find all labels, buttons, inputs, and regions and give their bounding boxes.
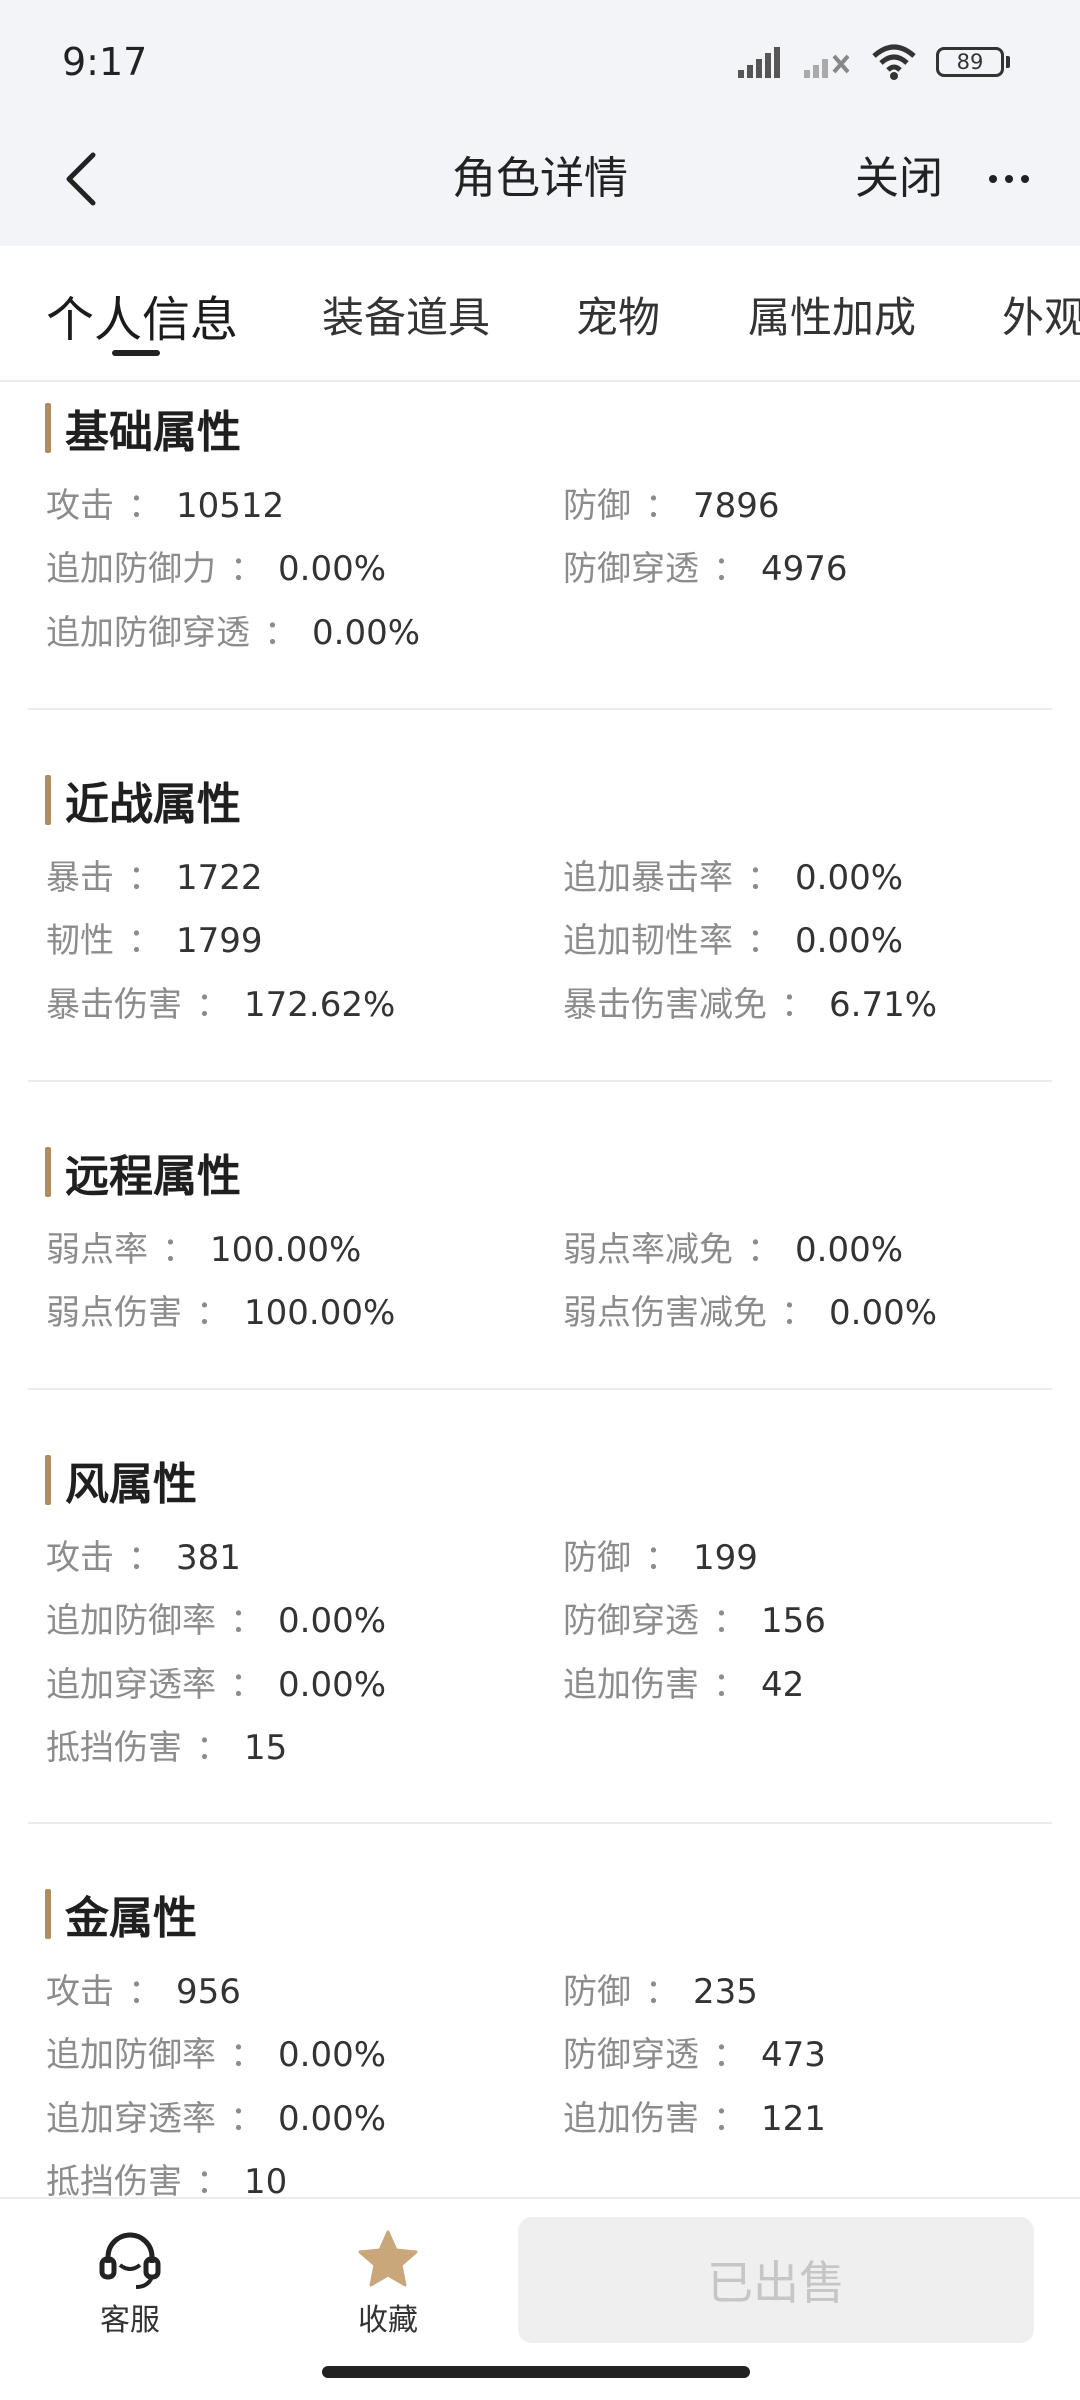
attr-row: 防御： 7896 [563,486,780,526]
favorite-label: 收藏 [358,2303,418,2338]
status-icons: 89 [738,44,1010,80]
close-button[interactable]: 关闭 [855,142,943,206]
attr-row: 防御穿透： 4976 [563,549,848,589]
more-icon[interactable] [984,154,1034,204]
attr-row: 弱点率： 100.00% [46,1230,362,1270]
section-header: 远程属性 [45,1144,241,1202]
star-icon [358,2230,418,2287]
cellular-signal-icon [738,47,780,78]
attr-row: 追加伤害： 42 [563,1665,805,1705]
tab-attribute-bonus[interactable]: 属性加成 [748,284,916,345]
attr-row: 抵挡伤害： 15 [46,1728,288,1768]
section-accent-bar [45,1455,51,1505]
attr-row: 防御： 235 [563,1972,758,2012]
attr-row: 暴击： 1722 [46,858,263,898]
attr-row: 防御： 199 [563,1538,758,1578]
attr-row: 弱点伤害减免： 0.00% [563,1293,938,1333]
attr-row: 追加暴击率： 0.00% [563,858,904,898]
attr-row: 追加伤害： 121 [563,2099,826,2139]
tab-bar: 个人信息 装备道具 宠物 属性加成 外观 [0,246,1080,382]
attr-row: 追加防御率： 0.00% [46,1601,387,1641]
attr-row: 弱点率减免： 0.00% [563,1230,904,1270]
section-header: 风属性 [45,1452,197,1510]
attr-row: 暴击伤害减免： 6.71% [563,985,938,1025]
customer-service-button[interactable]: 客服 [70,2229,190,2339]
battery-level: 89 [936,47,1004,77]
section-header: 基础属性 [45,400,241,458]
section-title: 风属性 [65,1459,197,1510]
section-header: 金属性 [45,1886,197,1944]
section-divider [28,1822,1052,1824]
section-divider [28,708,1052,710]
section-title: 金属性 [65,1893,197,1944]
section-title: 基础属性 [65,407,241,458]
attr-row: 防御穿透： 473 [563,2035,826,2075]
attr-row: 韧性： 1799 [46,921,263,961]
attr-row: 攻击： 381 [46,1538,241,1578]
status-time: 9:17 [62,40,148,84]
tab-pets[interactable]: 宠物 [576,284,660,345]
attr-row: 攻击： 956 [46,1972,241,2012]
attr-row: 追加韧性率： 0.00% [563,921,904,961]
attr-row: 弱点伤害： 100.00% [46,1293,396,1333]
tab-appearance[interactable]: 外观 [1002,284,1080,345]
section-accent-bar [45,1889,51,1939]
customer-service-label: 客服 [100,2303,160,2338]
attr-row: 追加防御力： 0.00% [46,549,387,589]
attr-row: 攻击： 10512 [46,486,285,526]
home-indicator[interactable] [322,2366,750,2378]
section-divider [28,1388,1052,1390]
section-divider [28,1080,1052,1082]
attr-row: 追加穿透率： 0.00% [46,1665,387,1705]
favorite-button[interactable]: 收藏 [328,2229,448,2339]
attribute-content[interactable]: 基础属性 攻击： 10512 防御： 7896 追加防御力： 0.00% 防御穿透： 4… [0,382,1080,2197]
tab-personal-info[interactable]: 个人信息 [46,280,238,350]
tab-equipment[interactable]: 装备道具 [322,284,490,345]
header-area: 9:17 89 角色详情 关闭 [0,0,1080,246]
section-header: 近战属性 [45,772,241,830]
section-title: 远程属性 [65,1151,241,1202]
sold-button[interactable]: 已出售 [518,2217,1034,2343]
nav-bar: 角色详情 关闭 [0,130,1080,246]
wifi-icon [872,44,916,80]
active-tab-indicator [112,350,160,356]
attr-row: 暴击伤害： 172.62% [46,985,396,1025]
section-accent-bar [45,403,51,453]
attr-row: 追加防御穿透： 0.00% [46,613,421,653]
attr-row: 追加穿透率： 0.00% [46,2099,387,2139]
section-title: 近战属性 [65,779,241,830]
attr-row: 防御穿透： 156 [563,1601,826,1641]
battery-icon: 89 [936,47,1010,77]
status-bar: 9:17 89 [0,0,1080,130]
section-accent-bar [45,775,51,825]
headset-icon [99,2232,161,2289]
section-accent-bar [45,1147,51,1197]
attr-row: 追加防御率： 0.00% [46,2035,387,2075]
attr-row: 抵挡伤害： 10 [46,2162,288,2197]
cellular-no-signal-icon [804,54,850,78]
